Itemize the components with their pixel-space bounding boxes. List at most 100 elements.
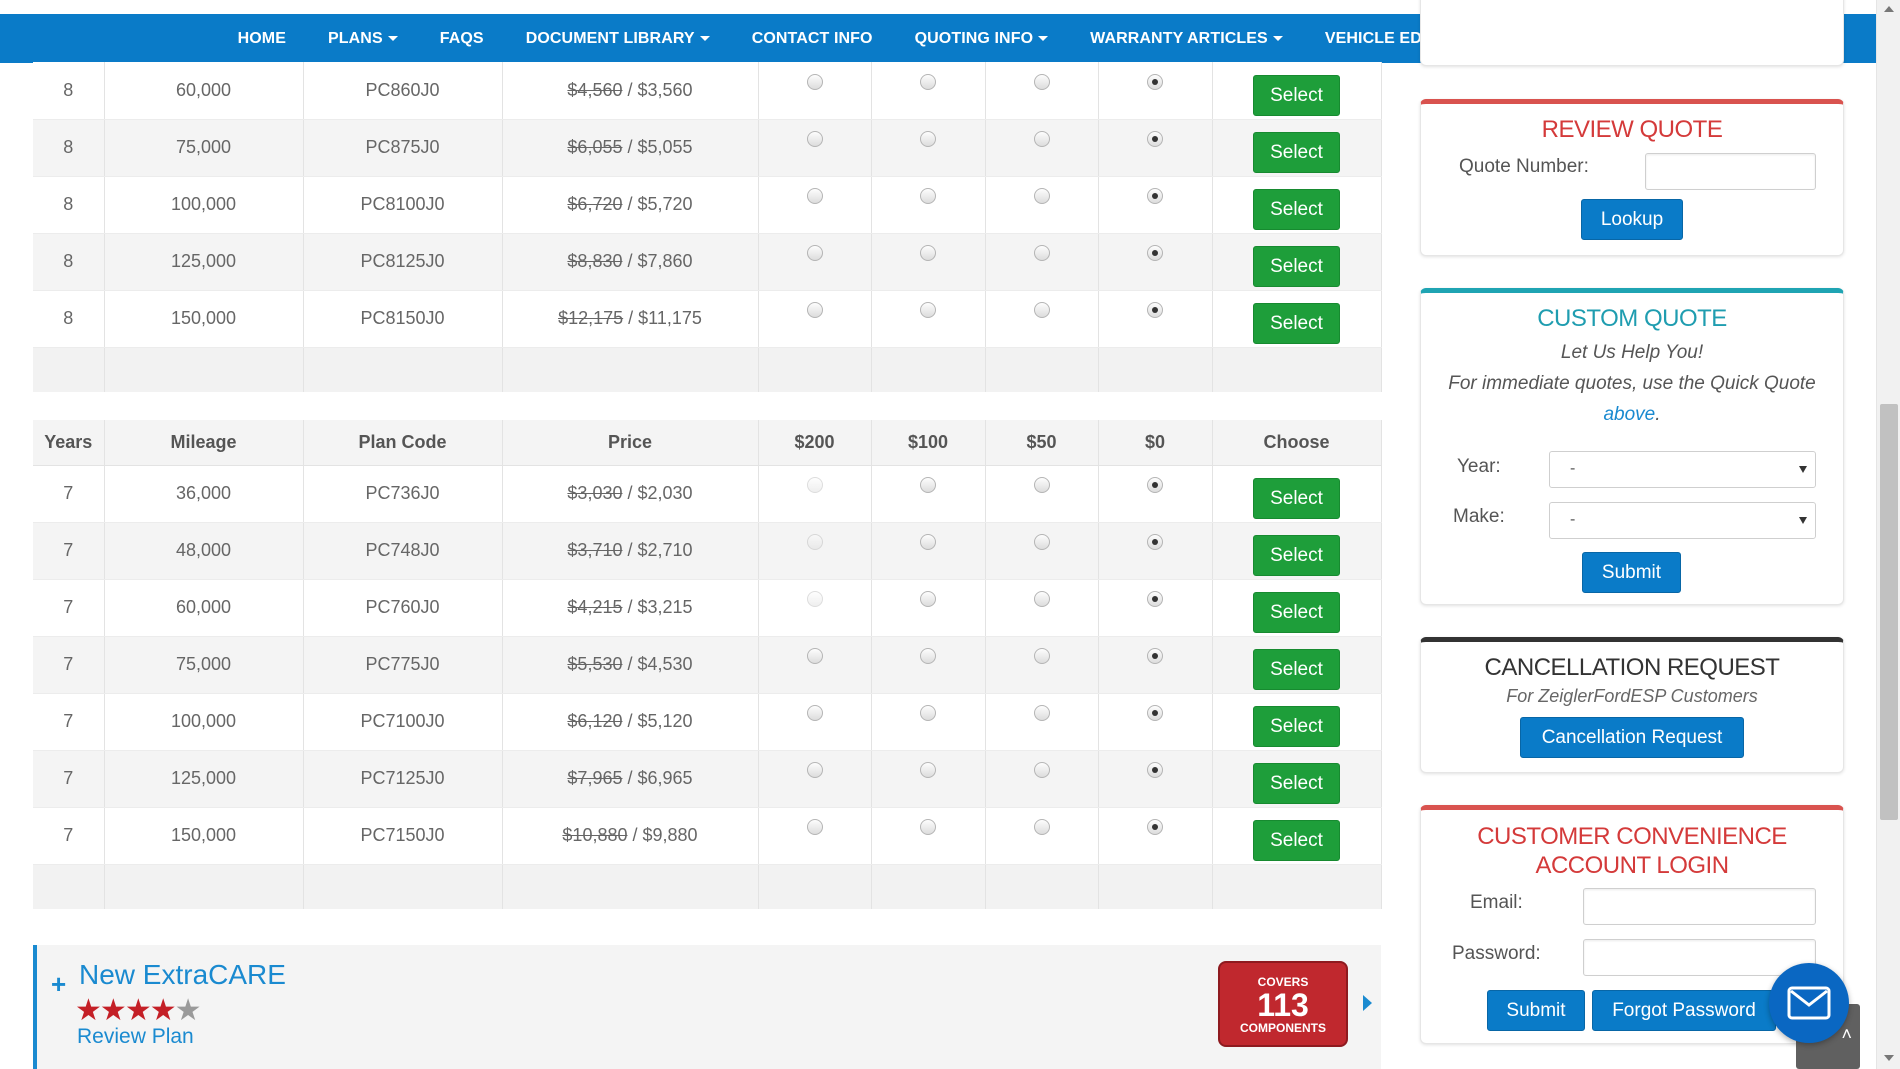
deductible-50-cell (985, 465, 1099, 523)
scroll-down-arrow-icon[interactable] (1884, 1055, 1894, 1061)
deductible-0-radio[interactable] (1147, 534, 1163, 550)
deductible-100-radio[interactable] (920, 819, 936, 835)
deductible-100-radio[interactable] (920, 762, 936, 778)
select-plan-button[interactable]: Select (1253, 74, 1340, 116)
deductible-50-radio[interactable] (1033, 73, 1050, 90)
year-select[interactable]: - (1549, 451, 1816, 488)
deductible-100-radio[interactable] (920, 591, 936, 607)
login-submit-button[interactable]: Submit (1487, 990, 1585, 1031)
deductible-0-radio[interactable] (1147, 73, 1163, 90)
deductible-200-cell (758, 636, 872, 694)
deductible-50-radio[interactable] (1033, 762, 1050, 778)
extracare-plan-card: + New ExtraCARE ★★★★★ Review Plan COVERS… (33, 945, 1381, 1069)
deductible-100-radio[interactable] (920, 705, 936, 721)
deductible-0-radio[interactable] (1147, 762, 1163, 778)
deductible-0-radio[interactable] (1147, 591, 1163, 607)
cancellation-request-button[interactable]: Cancellation Request (1520, 717, 1744, 758)
deductible-0-radio[interactable] (1147, 477, 1163, 493)
deductible-0-radio[interactable] (1147, 819, 1163, 835)
review-plan-link[interactable]: Review Plan (77, 1025, 194, 1049)
scroll-up-arrow-icon[interactable] (1884, 6, 1894, 12)
deductible-200-cell (758, 176, 872, 234)
nav-item-document-library[interactable]: DOCUMENT LIBRARY (505, 30, 731, 48)
expand-plus-icon[interactable]: + (51, 969, 66, 1000)
forgot-password-button[interactable]: Forgot Password (1592, 990, 1776, 1031)
years-cell: 8 (33, 176, 105, 234)
deductible-0-radio[interactable] (1147, 188, 1163, 204)
deductible-100-radio[interactable] (920, 131, 936, 147)
deductible-50-radio[interactable] (1033, 648, 1050, 664)
deductible-50-radio[interactable] (1033, 188, 1050, 204)
deductible-50-radio[interactable] (1033, 534, 1050, 550)
deductible-100-radio[interactable] (920, 245, 936, 261)
email-input[interactable] (1583, 888, 1816, 925)
nav-item-warranty-articles[interactable]: WARRANTY ARTICLES (1069, 30, 1304, 48)
deductible-0-radio[interactable] (1147, 705, 1163, 721)
deductible-200-radio[interactable] (806, 245, 823, 261)
deductible-0-radio[interactable] (1147, 131, 1163, 147)
deductible-100-radio[interactable] (920, 477, 936, 493)
years-cell: 7 (33, 579, 105, 637)
deductible-0-radio[interactable] (1147, 302, 1163, 318)
price-cell: $3,710 / $2,710 (502, 522, 759, 580)
deductible-50-radio[interactable] (1033, 477, 1050, 493)
original-price: $6,120 (567, 711, 623, 731)
deductible-100-radio[interactable] (920, 73, 936, 90)
deductible-50-cell (985, 750, 1099, 808)
price-separator: / (622, 194, 638, 214)
select-plan-button[interactable]: Select (1253, 763, 1340, 804)
select-plan-button[interactable]: Select (1253, 132, 1340, 173)
nav-item-plans[interactable]: PLANS (307, 30, 419, 48)
deductible-0-radio[interactable] (1147, 245, 1163, 261)
caret-right-icon[interactable] (1363, 995, 1372, 1011)
deductible-100-radio[interactable] (920, 534, 936, 550)
select-plan-button[interactable]: Select (1253, 649, 1340, 690)
lookup-button[interactable]: Lookup (1581, 199, 1683, 240)
plan-title[interactable]: New ExtraCARE (79, 959, 286, 991)
deductible-50-cell (985, 807, 1099, 865)
deductible-100-radio[interactable] (920, 648, 936, 664)
quote-number-input[interactable] (1645, 153, 1816, 190)
select-plan-button[interactable]: Select (1253, 592, 1340, 633)
plan-table-8-years: 8 60,000 PC860J0 $4,560 / $3,560 Select 8 75,0… (33, 62, 1382, 392)
nav-item-quoting-info[interactable]: QUOTING INFO (894, 30, 1070, 48)
years-cell: 8 (33, 62, 105, 120)
deductible-100-cell (871, 119, 986, 177)
deductible-50-radio[interactable] (1033, 131, 1050, 147)
nav-item-contact-info[interactable]: CONTACT INFO (731, 30, 894, 48)
select-plan-button[interactable]: Select (1253, 189, 1340, 230)
deductible-100-radio[interactable] (920, 188, 936, 204)
page-scrollbar[interactable] (1876, 0, 1900, 1069)
deductible-200-radio[interactable] (806, 73, 823, 90)
select-plan-button[interactable]: Select (1253, 706, 1340, 747)
deductible-100-radio[interactable] (920, 302, 936, 318)
deductible-200-radio[interactable] (806, 705, 823, 721)
quick-quote-link[interactable]: above (1603, 404, 1655, 425)
deductible-200-radio[interactable] (806, 188, 823, 204)
deductible-200-radio[interactable] (806, 819, 823, 835)
nav-item-home[interactable]: HOME (217, 30, 307, 48)
deductible-0-radio[interactable] (1147, 648, 1163, 664)
nav-item-faqs[interactable]: FAQS (419, 30, 505, 48)
custom-quote-submit-button[interactable]: Submit (1582, 552, 1681, 593)
select-plan-button[interactable]: Select (1253, 478, 1340, 519)
select-plan-button[interactable]: Select (1253, 303, 1340, 344)
deductible-50-radio[interactable] (1033, 302, 1050, 318)
chat-button[interactable] (1769, 963, 1849, 1043)
deductible-50-radio[interactable] (1033, 819, 1050, 835)
password-input[interactable] (1583, 939, 1816, 976)
deductible-200-radio[interactable] (806, 762, 823, 778)
select-plan-button[interactable]: Select (1253, 246, 1340, 287)
deductible-200-radio[interactable] (806, 131, 823, 147)
price-cell: $3,030 / $2,030 (502, 465, 759, 523)
deductible-50-radio[interactable] (1033, 705, 1050, 721)
select-plan-button[interactable]: Select (1253, 535, 1340, 576)
scrollbar-thumb[interactable] (1880, 404, 1898, 820)
deductible-200-radio[interactable] (806, 302, 823, 318)
plan-code-cell: PC860J0 (303, 62, 503, 120)
deductible-50-radio[interactable] (1033, 245, 1050, 261)
select-plan-button[interactable]: Select (1253, 820, 1340, 861)
deductible-50-radio[interactable] (1033, 591, 1050, 607)
make-select[interactable]: - (1549, 502, 1816, 539)
deductible-200-radio[interactable] (806, 648, 823, 664)
